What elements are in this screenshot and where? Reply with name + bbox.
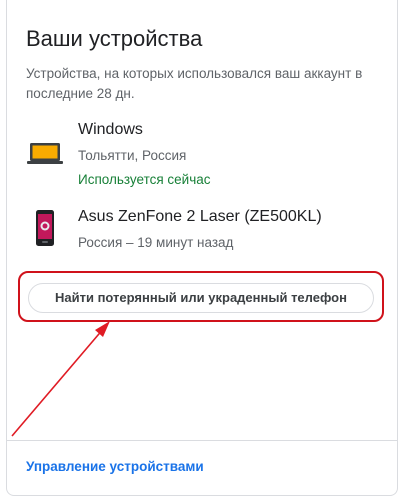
- panel-description: Устройства, на которых использовался ваш…: [26, 66, 363, 101]
- laptop-icon: [27, 142, 63, 171]
- device-name: Asus ZenFone 2 Laser (ZE500KL): [78, 208, 322, 225]
- device-item-windows[interactable]: Windows Тольятти, Россия Используется се…: [0, 118, 406, 188]
- find-lost-phone-button[interactable]: Найти потерянный или украденный телефон: [28, 283, 374, 313]
- divider: [7, 440, 397, 441]
- device-item-phone[interactable]: Asus ZenFone 2 Laser (ZE500KL) Россия – …: [0, 205, 406, 275]
- device-status: Используется сейчас: [78, 172, 211, 187]
- panel-title: Ваши устройства: [26, 26, 203, 51]
- device-location: Россия – 19 минут назад: [78, 235, 234, 250]
- phone-icon: [36, 210, 54, 251]
- device-location: Тольятти, Россия: [78, 148, 187, 163]
- manage-devices-link[interactable]: Управление устройствами: [26, 459, 204, 474]
- device-name: Windows: [78, 121, 143, 138]
